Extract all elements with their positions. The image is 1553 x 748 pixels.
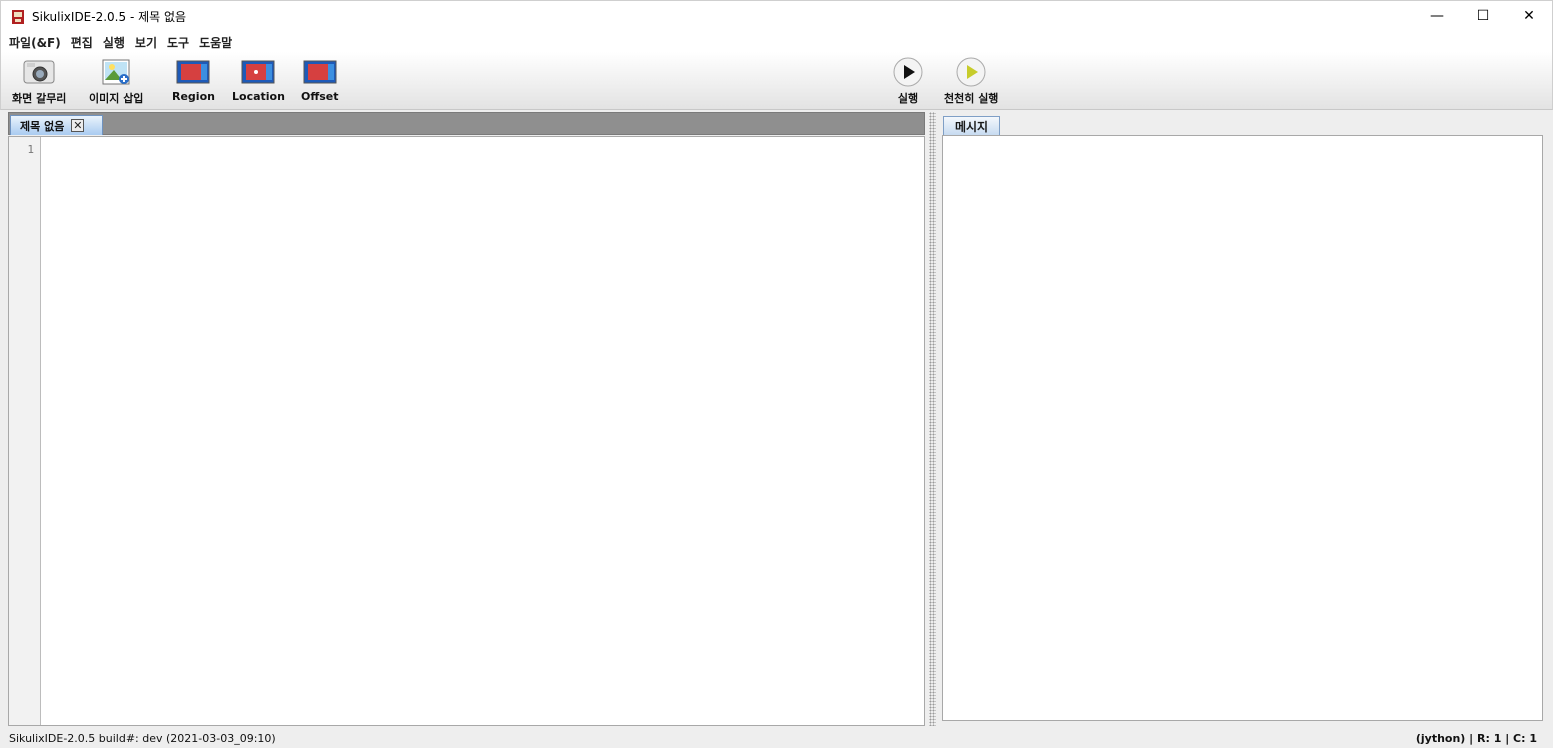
- sikulix-app-icon: [12, 9, 24, 24]
- menu-file[interactable]: 파일(&F): [5, 34, 67, 51]
- message-panel: 메시지: [942, 115, 1544, 721]
- tab-untitled-label: 제목 없음: [20, 119, 65, 133]
- insert-image-button[interactable]: 이미지 삽입: [89, 56, 143, 106]
- insert-image-icon: [102, 59, 130, 85]
- camera-icon: [23, 60, 55, 84]
- capture-button[interactable]: 화면 갈무리: [12, 56, 66, 106]
- window-title: SikulixIDE-2.0.5 - 제목 없음: [32, 10, 187, 24]
- title-bar: SikulixIDE-2.0.5 - 제목 없음 — ☐ ✕: [0, 0, 1553, 32]
- location-icon: [241, 60, 275, 84]
- run-slow-label: 천천히 실행: [944, 92, 999, 105]
- menu-run[interactable]: 실행: [99, 34, 131, 51]
- tab-untitled[interactable]: 제목 없음 ✕: [10, 115, 103, 135]
- run-label: 실행: [897, 92, 919, 105]
- tab-close-icon[interactable]: ✕: [71, 119, 85, 132]
- play-icon: [893, 57, 923, 87]
- insert-image-label: 이미지 삽입: [89, 92, 144, 105]
- status-build-info: SikulixIDE-2.0.5 build#: dev (2021-03-03…: [9, 731, 276, 745]
- status-cursor-info: (jython) | R: 1 | C: 1: [1415, 731, 1537, 745]
- status-bar: SikulixIDE-2.0.5 build#: dev (2021-03-03…: [0, 728, 1553, 748]
- slow-play-icon: [956, 57, 986, 87]
- offset-label: Offset: [301, 90, 339, 103]
- tab-messages[interactable]: 메시지: [943, 116, 1000, 136]
- editor-panel: 제목 없음 ✕ 1: [8, 112, 925, 726]
- code-editor[interactable]: 1: [8, 136, 925, 726]
- menu-tools[interactable]: 도구: [163, 34, 195, 51]
- run-button[interactable]: 실행: [890, 56, 926, 106]
- editor-tabstrip: 제목 없음 ✕: [8, 112, 925, 135]
- maximize-button[interactable]: ☐: [1460, 1, 1506, 31]
- region-label: Region: [172, 90, 215, 103]
- minimize-button[interactable]: —: [1414, 1, 1460, 31]
- menu-help[interactable]: 도움말: [195, 34, 238, 51]
- close-button[interactable]: ✕: [1506, 1, 1552, 31]
- menu-edit[interactable]: 편집: [67, 34, 99, 51]
- tab-messages-label: 메시지: [954, 120, 989, 134]
- offset-icon: [303, 60, 337, 84]
- line-number: 1: [27, 143, 34, 156]
- region-icon: [176, 60, 210, 84]
- capture-label: 화면 갈무리: [12, 92, 67, 105]
- menu-view[interactable]: 보기: [131, 34, 163, 51]
- location-label: Location: [232, 90, 285, 103]
- offset-button[interactable]: Offset: [301, 56, 339, 103]
- panel-splitter[interactable]: [929, 112, 936, 726]
- menu-bar: 파일(&F) 편집 실행 보기 도구 도움말: [0, 32, 1553, 52]
- location-button[interactable]: Location: [232, 56, 285, 103]
- run-slow-button[interactable]: 천천히 실행: [944, 56, 998, 106]
- message-area[interactable]: [942, 135, 1543, 721]
- region-button[interactable]: Region: [172, 56, 215, 103]
- window-controls: — ☐ ✕: [1414, 1, 1552, 33]
- toolbar: 화면 갈무리 이미지 삽입 Region Location Offset 실행 …: [0, 52, 1553, 110]
- line-number-gutter: 1: [9, 137, 41, 725]
